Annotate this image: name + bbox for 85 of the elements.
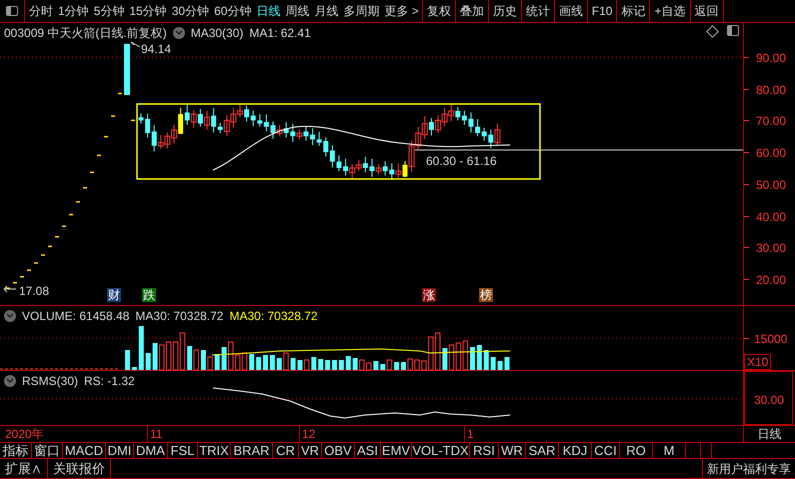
indicator-tab[interactable]: FSL [168, 443, 198, 458]
period-tab[interactable]: 5分钟 [94, 2, 124, 20]
toolbar-button[interactable]: 返回 [690, 0, 724, 22]
indicator-tab[interactable]: MACD [63, 443, 106, 458]
panel-toggle-icon[interactable] [727, 25, 739, 36]
date-label: 11 [150, 427, 162, 441]
toolbar-button[interactable]: +自选 [650, 0, 690, 22]
indicator-tab[interactable]: VR [299, 443, 322, 458]
axis-label: 60.00 [756, 145, 786, 162]
event-marker[interactable]: 财 [107, 288, 121, 302]
indicator-tab[interactable]: KDJ [559, 443, 592, 458]
indicator-tab[interactable]: BRAR [231, 443, 273, 458]
indicator-tab[interactable]: RO [620, 443, 653, 458]
axis-label: 30.00 [756, 240, 786, 258]
indicator-tab[interactable]: 窗口 [32, 443, 63, 458]
chart-title: 003009 中天火箭(日线.前复权) [4, 25, 167, 42]
period-tab[interactable]: 周线 [285, 2, 310, 20]
indicator-tab[interactable]: RSI [470, 443, 499, 458]
indicator-tab[interactable]: SAR [526, 443, 559, 458]
pointer-arrow-icon [130, 42, 140, 48]
pointer-arrow-icon [4, 286, 16, 292]
indicator-value: VOLUME: 61458.48 [22, 308, 130, 325]
chevron-down-icon[interactable] [172, 27, 185, 39]
axis-label: 70.00 [756, 113, 786, 130]
period-tab[interactable]: 月线 [314, 2, 338, 20]
period-tab[interactable]: 日线 [256, 2, 280, 20]
indicator-name: MA30(30) [190, 25, 244, 42]
indicator-tab[interactable]: ASI [355, 443, 381, 458]
event-marker[interactable]: 涨 [422, 288, 436, 302]
indicator-tab[interactable]: OBV [322, 443, 355, 458]
indicator-tab[interactable]: DMI [106, 443, 134, 458]
period-tab[interactable]: 多周期 [343, 2, 380, 20]
period-tab[interactable]: 30分钟 [172, 2, 210, 20]
candle [124, 44, 130, 96]
date-label: 1 [467, 427, 474, 441]
axis-label: 15000 [754, 331, 788, 348]
indicator-tab[interactable]: VOL-TDX [412, 443, 470, 458]
toolbar-button[interactable]: 复权 [422, 0, 456, 22]
chevron-down-icon[interactable] [4, 310, 16, 322]
toolbar-button[interactable]: F10 [588, 0, 618, 22]
axis-label: 50.00 [756, 176, 786, 194]
date-label: 2020年 [5, 427, 44, 441]
event-marker[interactable]: 榜 [479, 288, 493, 302]
date-label: 12 [302, 427, 316, 441]
indicator-tab[interactable]: 指标 [0, 443, 32, 458]
toolbar-button[interactable]: 叠加 [456, 0, 489, 22]
indicator-tab[interactable]: EMV [381, 443, 412, 458]
period-tab[interactable]: 分时 [29, 2, 53, 20]
period-tab[interactable]: 1分钟 [58, 2, 89, 20]
indicator-tab[interactable]: DMA [134, 443, 168, 458]
indicator-tab[interactable]: TRIX [198, 443, 231, 458]
chevron-down-icon[interactable] [4, 375, 16, 387]
bottom-tab[interactable]: 扩展∧ [0, 459, 48, 478]
indicator-value: MA30: 70328.72 [229, 308, 318, 325]
period-label: 日线 [758, 426, 782, 443]
scale-label: X10 [744, 354, 772, 370]
toolbar-button[interactable]: 统计 [522, 0, 555, 22]
bottom-tab[interactable]: 关联报价 [48, 459, 111, 478]
panel-toggle-icon[interactable] [6, 6, 18, 16]
axis-label: 40.00 [756, 208, 786, 226]
indicator-value: MA30: 70328.72 [135, 308, 224, 325]
indicator-tab[interactable]: WR [499, 443, 526, 458]
period-tab[interactable]: 15分钟 [129, 2, 167, 20]
price-label: 17.08 [19, 283, 50, 300]
toolbar-button[interactable]: 画线 [554, 0, 588, 22]
toolbar-button[interactable]: 历史 [488, 0, 522, 22]
indicator-tab[interactable]: CCI [592, 443, 620, 458]
candle [468, 112, 474, 133]
indicator-value: RS: -1.32 [84, 373, 135, 390]
indicator-tab[interactable]: M [653, 443, 686, 458]
candle [138, 112, 144, 124]
axis-label: 20.00 [756, 272, 786, 289]
axis-label: 30.00 [754, 392, 784, 409]
candle [336, 154, 342, 172]
period-tab[interactable]: 60分钟 [214, 2, 252, 20]
indicator-value: MA1: 62.41 [249, 25, 311, 42]
promo-link[interactable]: 新用户福利专享 [702, 459, 795, 478]
indicator-name: RSMS(30) [22, 373, 78, 390]
event-marker[interactable]: 跌 [142, 288, 156, 302]
period-tab[interactable]: 更多 > [384, 2, 419, 20]
axis-label: 80.00 [756, 82, 786, 99]
indicator-tab[interactable]: CR [273, 443, 299, 458]
axis-label: 90.00 [756, 50, 786, 67]
price-label: 94.14 [141, 41, 172, 58]
toolbar-button[interactable]: 标记 [617, 0, 650, 22]
